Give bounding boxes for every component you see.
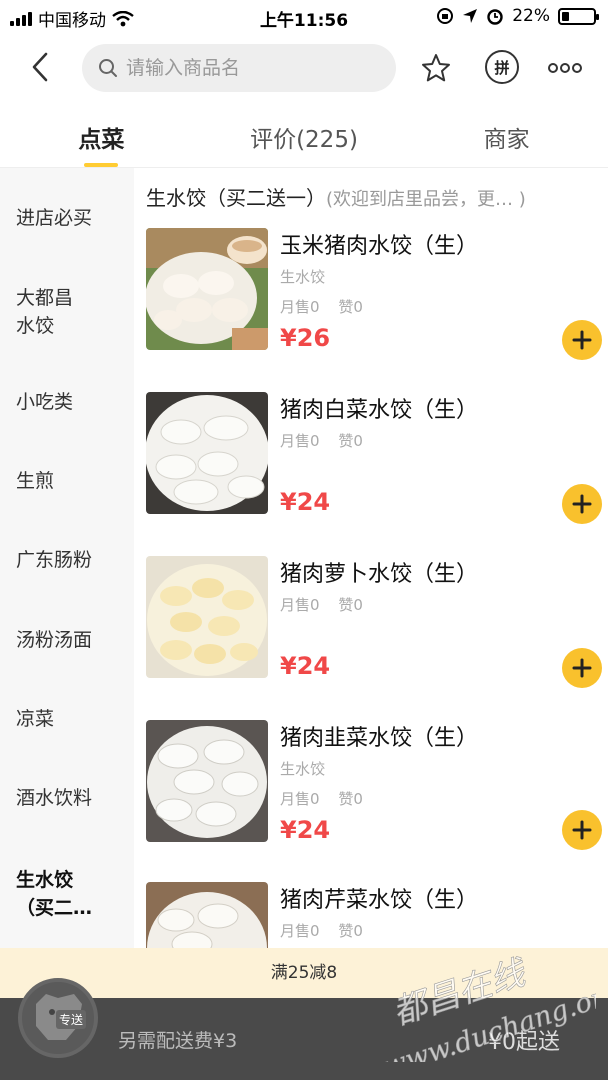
product-desc: 生水饺 — [280, 760, 326, 778]
product-image — [146, 228, 268, 350]
product-item[interactable]: 猪肉白菜水饺（生） 月售0 赞0 ¥24 — [146, 392, 602, 532]
more-dots-icon — [548, 63, 582, 73]
monthly-sales: 月售0 — [280, 432, 320, 450]
like-count: 赞0 — [338, 596, 363, 614]
tab-reviews[interactable]: 评价(225) — [203, 102, 406, 167]
tab-merchant[interactable]: 商家 — [405, 102, 608, 167]
search-box[interactable] — [82, 44, 396, 92]
product-name: 猪肉芹菜水饺（生） — [280, 888, 479, 913]
battery-percent: 22% — [512, 6, 550, 26]
sidebar-item-drinks[interactable]: 酒水饮料 — [16, 784, 126, 812]
product-item[interactable]: 猪肉芹菜水饺（生） 月售0 赞0 — [146, 882, 602, 948]
section-subtitle: (欢迎到店里品尝，更… ) — [326, 189, 526, 210]
sidebar-item-raw-dumplings[interactable]: 生水饺 （买二… — [16, 866, 126, 922]
favorite-button[interactable] — [418, 50, 454, 86]
product-desc: 生水饺 — [280, 268, 326, 286]
product-name: 猪肉萝卜水饺（生） — [280, 562, 479, 587]
product-image — [146, 556, 268, 678]
product-image — [146, 392, 268, 514]
product-image — [146, 720, 268, 842]
rotation-lock-icon — [437, 8, 454, 24]
monthly-sales: 月售0 — [280, 790, 320, 808]
tab-indicator — [84, 163, 119, 167]
plus-icon — [572, 658, 592, 678]
tab-label: 评价(225) — [250, 127, 358, 153]
search-input[interactable] — [126, 57, 366, 79]
express-delivery-badge: 专送 — [56, 1010, 87, 1029]
product-stats: 月售0 赞0 — [280, 430, 363, 451]
product-image — [146, 882, 268, 948]
back-button[interactable] — [24, 50, 58, 84]
search-icon — [99, 59, 117, 77]
sidebar-item-rice-rolls[interactable]: 广东肠粉 — [16, 546, 126, 574]
sidebar-item-shengjian[interactable]: 生煎 — [16, 467, 126, 495]
category-sidebar: 进店必买 大都昌 水饺 小吃类 生煎 广东肠粉 汤粉汤面 凉菜 酒水饮料 生水饺… — [0, 168, 134, 948]
product-stats: 月售0 赞0 — [280, 788, 363, 809]
add-to-cart-button[interactable] — [562, 320, 602, 360]
add-to-cart-button[interactable] — [562, 810, 602, 850]
section-header: 生水饺（买二送一）(欢迎到店里品尝，更… ) — [146, 182, 606, 211]
like-count: 赞0 — [338, 922, 363, 940]
like-count: 赞0 — [338, 432, 363, 450]
location-icon — [463, 9, 478, 23]
add-to-cart-button[interactable] — [562, 484, 602, 524]
product-stats: 月售0 赞0 — [280, 920, 363, 941]
product-price: ¥24 — [280, 816, 331, 844]
status-bar: 中国移动 上午11:56 22% — [0, 0, 608, 34]
battery-icon — [558, 7, 599, 25]
section-title: 生水饺（买二送一） — [146, 186, 326, 210]
monthly-sales: 月售0 — [280, 596, 320, 614]
alarm-icon — [487, 9, 503, 25]
plus-icon — [572, 820, 592, 840]
product-price: ¥24 — [280, 488, 331, 516]
product-name: 猪肉白菜水饺（生） — [280, 398, 479, 423]
product-item[interactable]: 猪肉萝卜水饺（生） 月售0 赞0 ¥24 — [146, 556, 602, 696]
sidebar-item-cold-dishes[interactable]: 凉菜 — [16, 705, 126, 733]
product-price: ¥24 — [280, 652, 331, 680]
tab-order[interactable]: 点菜 — [0, 102, 203, 167]
like-count: 赞0 — [338, 790, 363, 808]
monthly-sales: 月售0 — [280, 298, 320, 316]
star-icon — [422, 54, 450, 82]
sidebar-item-noodles[interactable]: 汤粉汤面 — [16, 626, 126, 654]
tab-label: 点菜 — [78, 127, 125, 153]
product-price: ¥26 — [280, 324, 331, 352]
group-buy-button[interactable]: 拼 — [485, 50, 519, 84]
sidebar-item-must-buy[interactable]: 进店必买 — [16, 204, 126, 232]
add-to-cart-button[interactable] — [562, 648, 602, 688]
sidebar-item-snacks[interactable]: 小吃类 — [16, 388, 126, 416]
sidebar-item-dumplings[interactable]: 大都昌 水饺 — [16, 284, 126, 340]
product-item[interactable]: 玉米猪肉水饺（生） 生水饺 月售0 赞0 ¥26 — [146, 228, 602, 368]
monthly-sales: 月售0 — [280, 922, 320, 940]
tab-bar: 点菜 评价(225) 商家 — [0, 102, 608, 168]
plus-icon — [572, 494, 592, 514]
product-list: 生水饺（买二送一）(欢迎到店里品尝，更… ) 玉米猪肉水饺（生） 生水饺 月售0 — [134, 168, 608, 948]
delivery-fee: 另需配送费¥3 — [118, 1030, 238, 1052]
product-name: 玉米猪肉水饺（生） — [280, 234, 479, 259]
plus-icon — [572, 330, 592, 350]
header: 拼 — [0, 34, 608, 102]
product-item[interactable]: 猪肉韭菜水饺（生） 生水饺 月售0 赞0 ¥24 — [146, 720, 602, 860]
tab-label: 商家 — [483, 127, 530, 153]
chevron-left-icon — [32, 52, 48, 82]
product-stats: 月售0 赞0 — [280, 296, 363, 317]
product-stats: 月售0 赞0 — [280, 594, 363, 615]
product-name: 猪肉韭菜水饺（生） — [280, 726, 479, 751]
site-watermark: 都昌在线 www.duchang.org — [379, 952, 596, 1062]
like-count: 赞0 — [338, 298, 363, 316]
more-button[interactable] — [547, 50, 583, 86]
